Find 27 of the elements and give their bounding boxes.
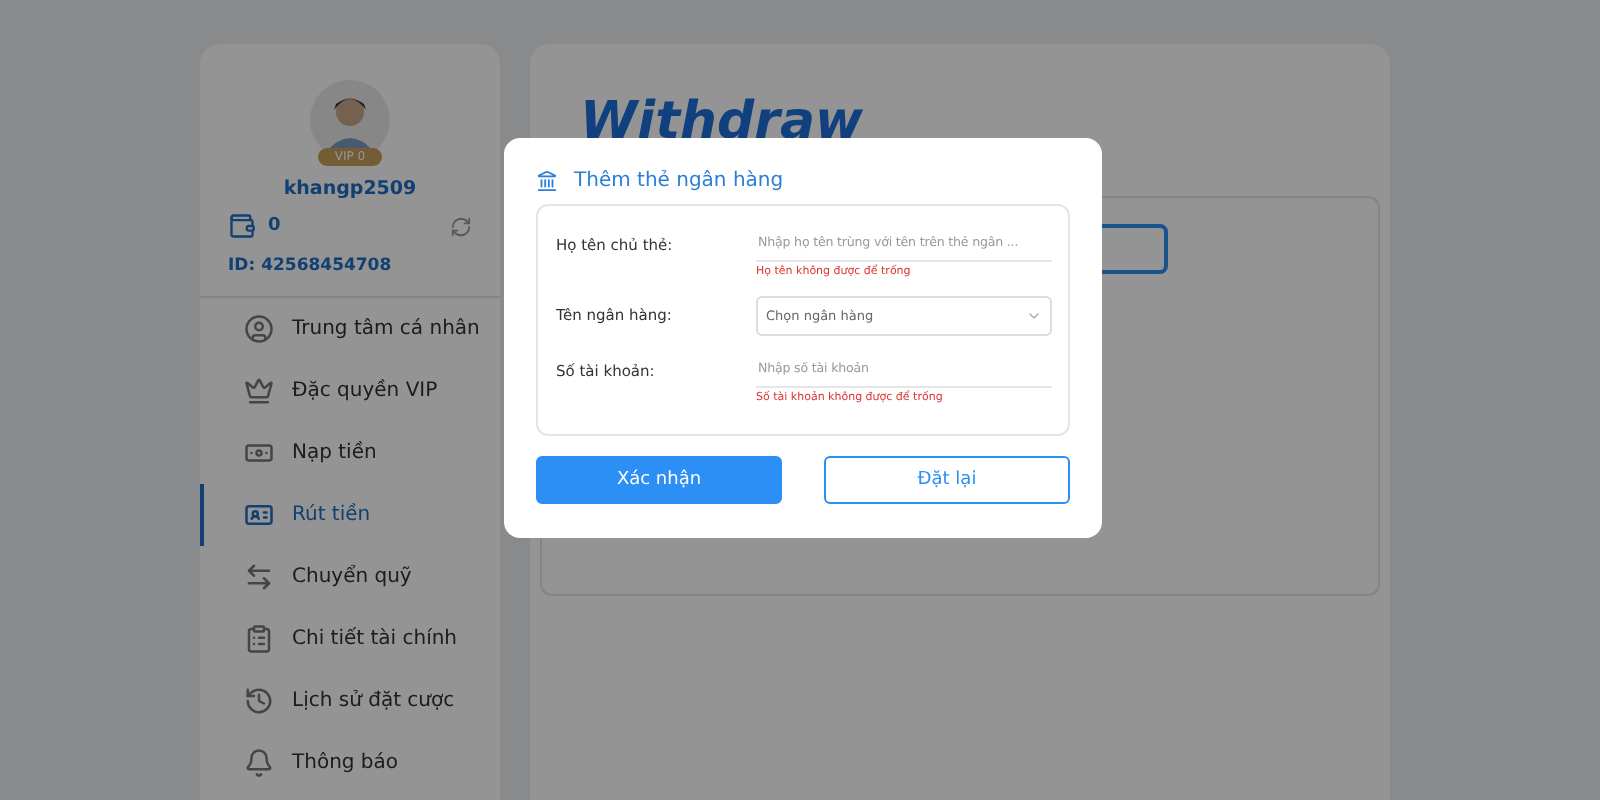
confirm-button[interactable]: Xác nhận (536, 456, 782, 504)
bell-icon (244, 748, 274, 778)
sidebar-item[interactable]: Rút tiền (200, 484, 500, 546)
history-icon (244, 686, 274, 716)
sidebar-item[interactable]: Lịch sử đặt cược (200, 670, 500, 732)
sidebar-item[interactable]: Đặc quyền VIP (200, 360, 500, 422)
user-icon (244, 314, 274, 344)
transfer-icon (244, 562, 274, 592)
clipboard-icon (244, 624, 274, 654)
chevron-icon (1026, 308, 1042, 324)
refresh-icon[interactable] (450, 215, 472, 237)
banknote-icon (244, 438, 274, 468)
user-id: ID: 42568454708 (228, 256, 392, 276)
sidebar-item[interactable]: Nạp tiền (200, 422, 500, 484)
wallet-icon (228, 212, 256, 240)
bank-icon (536, 170, 558, 192)
sidebar-item[interactable]: Chuyển quỹ (200, 546, 500, 608)
sidebar-item[interactable]: Chi tiết tài chính (200, 608, 500, 670)
dialog-title: Thêm thẻ ngân hàng (574, 170, 784, 192)
username: khangp2509 (283, 178, 417, 200)
page-title: Withdraw (580, 92, 866, 152)
crown-icon (244, 376, 274, 406)
sidebar-item[interactable]: Trung tâm cá nhân (200, 298, 500, 360)
sidebar-item[interactable]: Thông báo (200, 732, 500, 794)
balance: 0 (268, 216, 283, 236)
id-card-icon (244, 500, 274, 530)
reset-button[interactable]: Đặt lại (824, 456, 1070, 504)
